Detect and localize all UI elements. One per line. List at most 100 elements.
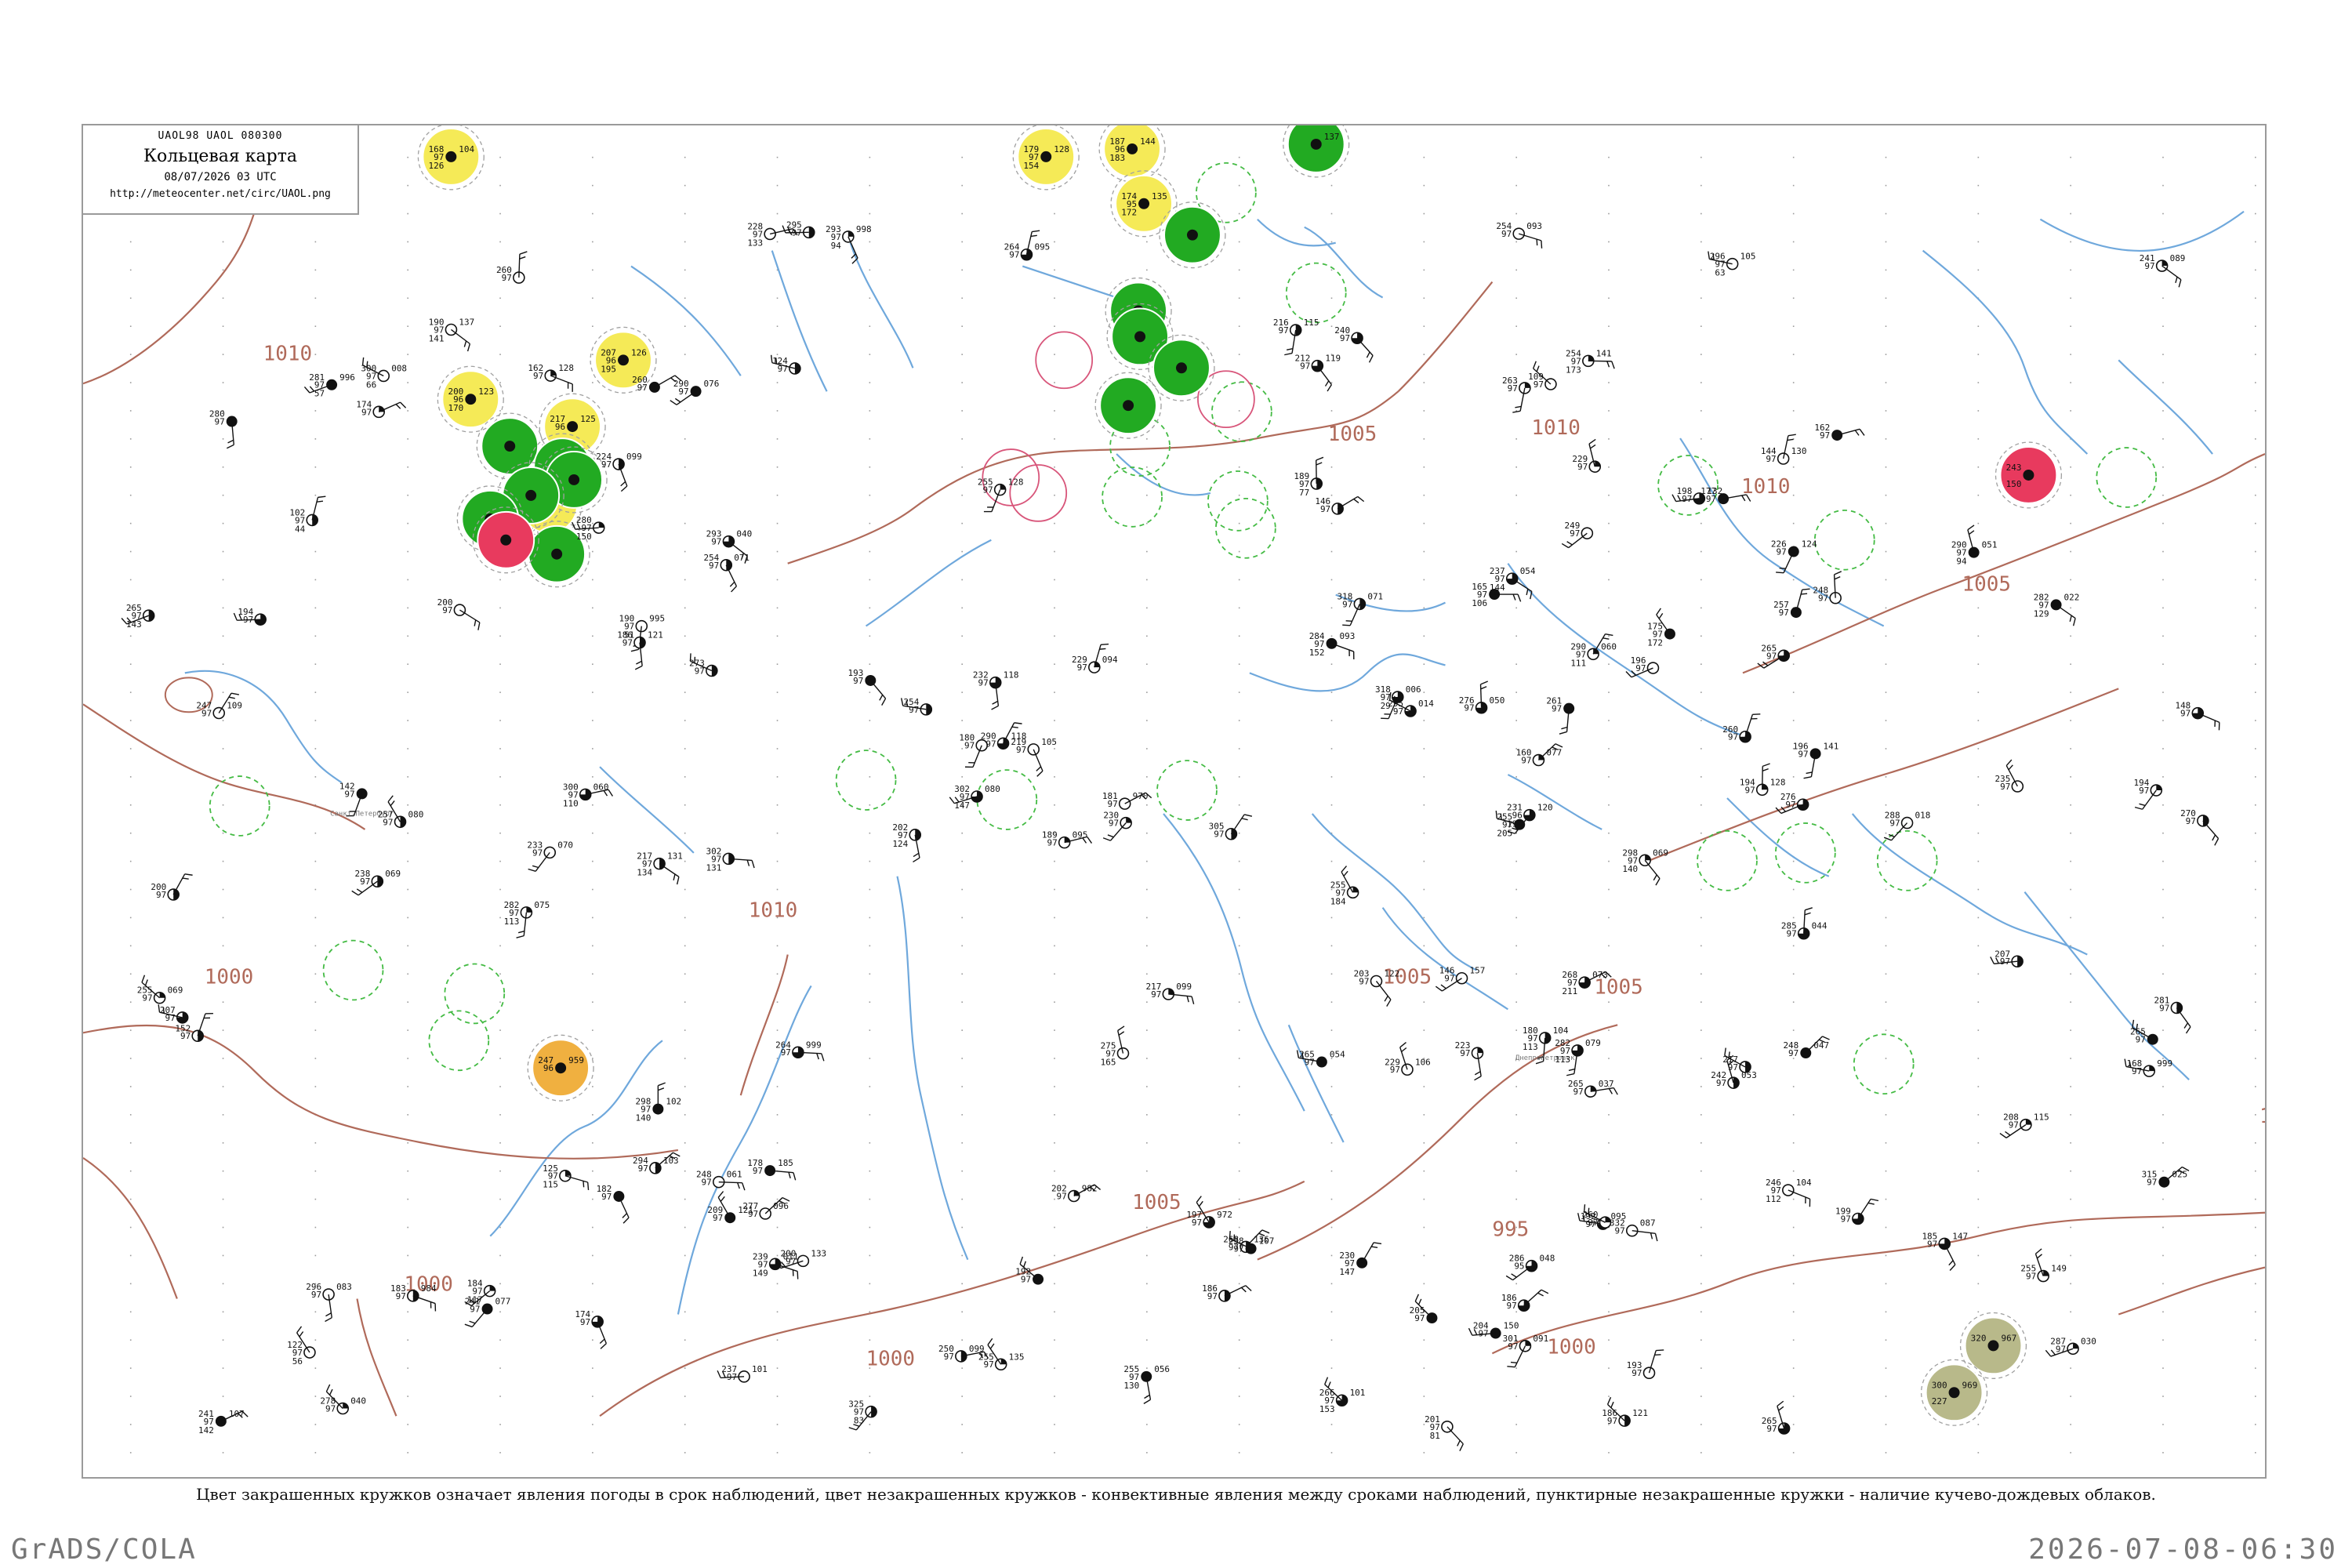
wind-feather <box>1324 380 1330 387</box>
station-plot: 33297087 <box>1610 1218 1658 1242</box>
grid-dot <box>407 156 409 158</box>
grid-dot <box>1423 156 1425 158</box>
grid-dot <box>2070 1170 2071 1172</box>
grid-dot <box>499 1001 501 1004</box>
grid-dot <box>1054 579 1055 581</box>
grid-dot <box>961 663 963 666</box>
wind-feather <box>1611 361 1615 369</box>
station-humidity: 97 <box>786 1256 796 1266</box>
grid-dot <box>1238 748 1240 750</box>
station-pressure: 109 <box>227 701 242 711</box>
grid-dot <box>407 494 409 496</box>
station-humidity: 97 <box>2159 1003 2169 1013</box>
grid-dot <box>407 1001 409 1004</box>
station-pressure: 060 <box>593 782 609 792</box>
wind-feather <box>1561 726 1568 730</box>
grid-dot <box>407 410 409 412</box>
river-line <box>184 670 343 783</box>
wind-feather <box>1241 818 1248 821</box>
station-plot: 27397 <box>689 653 718 677</box>
grid-dot <box>2162 1367 2164 1369</box>
grid-dot <box>1146 1367 1148 1369</box>
grid-dot <box>1146 494 1148 496</box>
wind-feather <box>608 789 613 797</box>
grid-dot <box>1146 720 1148 721</box>
grid-dot <box>1977 156 1980 158</box>
grid-dot <box>222 945 224 947</box>
station-humidity: 97 <box>1151 989 1161 1000</box>
station-pressure: 102 <box>666 1097 681 1107</box>
station-dewpoint: 94 <box>831 241 842 251</box>
wind-feather <box>900 698 904 706</box>
station-pressure: 121 <box>648 630 663 641</box>
wind-feather <box>1762 763 1770 768</box>
grid-dot <box>684 832 686 834</box>
cloud-cover-clear-icon <box>1782 1184 1795 1196</box>
station-dewpoint: 170 <box>448 403 463 413</box>
station-plot: 25597184 <box>1330 866 1359 906</box>
grid-dot <box>1700 212 1702 215</box>
grid-dot <box>1977 888 1980 891</box>
grid-dot <box>129 297 132 299</box>
isobar-value-label: 1000 <box>1547 1335 1595 1359</box>
grid-dot <box>222 494 224 496</box>
grid-dot <box>2162 916 2164 919</box>
grid-dot <box>1608 382 1610 383</box>
station-humidity: 97 <box>753 1166 763 1176</box>
wind-feather <box>1186 996 1189 1003</box>
grid-dot <box>2255 888 2256 891</box>
wind-feather <box>1999 1133 2007 1138</box>
station-humidity: 97 <box>1927 1239 1937 1249</box>
grid-dot <box>869 494 871 496</box>
grid-dot <box>407 635 409 637</box>
grid-dot <box>2162 1226 2164 1229</box>
station-plot: 21797134131 <box>637 851 683 885</box>
station-plot: 3009766008 <box>361 357 407 390</box>
grid-dot <box>222 607 224 609</box>
station-humidity: 97 <box>909 705 919 715</box>
grid-dot <box>222 1198 224 1200</box>
cloud-cover-clear-icon <box>1642 1367 1656 1379</box>
wind-feather <box>1605 633 1613 637</box>
grid-dot <box>776 973 779 975</box>
cloud-cover-full-icon <box>525 489 537 501</box>
wind-feather <box>1196 1196 1202 1203</box>
grid-dot <box>2070 1283 2071 1285</box>
wind-feather <box>141 975 146 983</box>
grid-dot <box>776 860 779 862</box>
grid-dot <box>1238 325 1240 328</box>
grid-dot <box>961 494 963 496</box>
station-pressure: 099 <box>1176 982 1192 992</box>
cloud-cover-quarter-fill <box>526 906 532 913</box>
grid-dot <box>1977 1029 1980 1031</box>
grid-dot <box>314 945 317 947</box>
station-humidity: 97 <box>2000 956 2010 967</box>
grid-dot <box>129 916 132 919</box>
grid-dot <box>684 748 686 750</box>
grid-dot <box>1330 607 1333 609</box>
wind-feather <box>230 692 240 695</box>
grid-dot <box>407 438 409 440</box>
wind-feather <box>182 877 189 880</box>
station-dewpoint: 150 <box>576 532 592 542</box>
station-humidity: 97 <box>727 1372 737 1382</box>
grid-dot <box>869 916 871 919</box>
grid-dot <box>407 776 409 778</box>
station-plot: 27597165 <box>1101 1025 1130 1068</box>
wind-feather <box>674 397 681 403</box>
source-url[interactable]: http://meteocenter.net/circ/UAOL.png <box>83 188 358 200</box>
wind-feather <box>519 251 528 255</box>
station-plot: 25597149 <box>2020 1248 2067 1283</box>
grid-dot <box>1885 466 1887 468</box>
wind-feather <box>1191 996 1195 1004</box>
grid-dot <box>2162 607 2164 609</box>
grid-dot <box>1238 607 1240 609</box>
station-dewpoint: 44 <box>295 524 306 534</box>
station-pressure: 073 <box>1592 970 1608 980</box>
grid-dot <box>2162 1198 2164 1200</box>
wind-feather <box>2185 1026 2191 1034</box>
map-canvas: 10101010101010101005100510051005 10051000… <box>83 125 2265 1454</box>
station-plot: 21697115 <box>1273 318 1319 356</box>
grid-dot <box>2255 184 2256 187</box>
station-plot: 25797 <box>1773 588 1810 618</box>
